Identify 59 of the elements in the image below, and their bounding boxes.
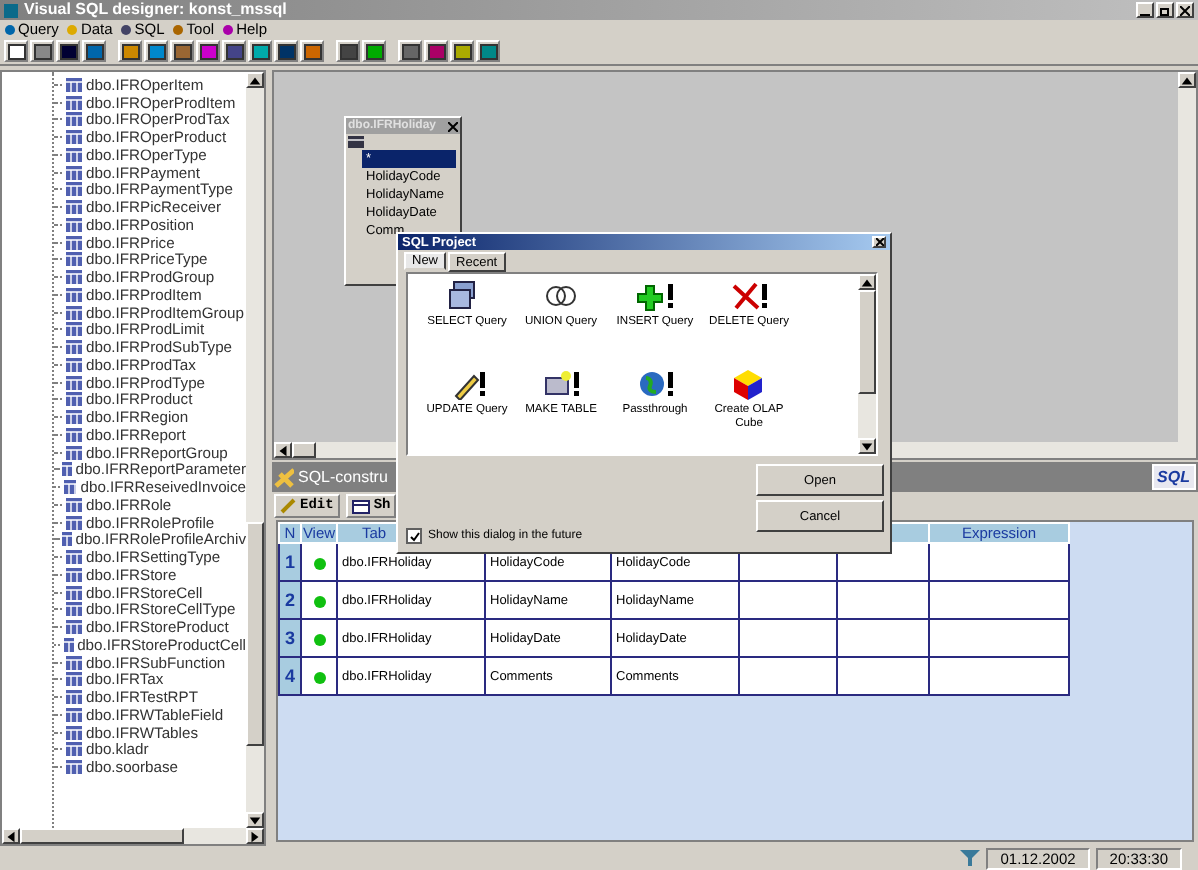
status-dot-icon: [313, 596, 325, 608]
scroll-thumb[interactable]: [858, 290, 876, 394]
left-arrow-icon: [4, 829, 18, 843]
scroll-thumb[interactable]: [292, 442, 316, 458]
scrollbar[interactable]: [246, 72, 264, 828]
row-number: 3: [279, 619, 301, 657]
toolbar-button[interactable]: [56, 40, 80, 62]
close-icon: [448, 121, 458, 131]
right-arrow-icon: [248, 829, 262, 843]
app-icon: [4, 3, 18, 17]
toolbar-button[interactable]: [274, 40, 298, 62]
restore-button[interactable]: [1156, 2, 1174, 18]
up-arrow-icon: [860, 275, 874, 289]
toolbar-button[interactable]: [300, 40, 324, 62]
toolbar-button[interactable]: [170, 40, 194, 62]
circles-icon: [542, 280, 580, 312]
restore-icon: [1160, 5, 1170, 15]
toolbar-button[interactable]: [362, 40, 386, 62]
toolbar-button[interactable]: [118, 40, 142, 62]
up-arrow-icon: [248, 73, 262, 87]
toolbar-button[interactable]: [424, 40, 448, 62]
wrench-icon: [274, 467, 294, 487]
status-dot-icon: [313, 672, 325, 684]
panel-title: SQL-constru: [298, 468, 388, 486]
toolbar-button[interactable]: [144, 40, 168, 62]
plus-icon: [636, 280, 674, 312]
pencil-icon: [280, 498, 296, 514]
scroll-thumb[interactable]: [20, 828, 184, 844]
toolbar-button[interactable]: [222, 40, 246, 62]
row-number: 1: [279, 543, 301, 581]
toolbar-button[interactable]: [196, 40, 220, 62]
left-arrow-icon: [276, 443, 290, 457]
up-arrow-icon: [1180, 73, 1194, 87]
toolbar-button[interactable]: [4, 40, 28, 62]
close-icon: [1180, 5, 1190, 15]
logo: SQL: [1151, 464, 1196, 490]
row-number: 2: [279, 581, 301, 619]
toolbar-button[interactable]: [82, 40, 106, 62]
window-title: Visual SQL designer: konst_mssql: [24, 0, 287, 20]
status-dot-icon: [313, 634, 325, 646]
filter-icon: [960, 850, 981, 866]
toolbar-button[interactable]: [476, 40, 500, 62]
scroll-thumb[interactable]: [246, 522, 264, 747]
scrollbar[interactable]: [1178, 72, 1196, 458]
toolbar-button[interactable]: [30, 40, 54, 62]
scrollbar[interactable]: [2, 828, 264, 844]
status-dot-icon: [313, 558, 325, 570]
scrollbar[interactable]: [858, 274, 876, 454]
checkbox[interactable]: [406, 528, 422, 544]
row-number: 4: [279, 657, 301, 695]
cross-icon: [730, 280, 768, 312]
toolbar-button[interactable]: [450, 40, 474, 62]
down-arrow-icon: [860, 439, 874, 453]
cube-icon: [730, 368, 768, 400]
toolbar-button[interactable]: [398, 40, 422, 62]
close-button[interactable]: [872, 236, 886, 248]
toolbar-button[interactable]: [248, 40, 272, 62]
toolbar-button[interactable]: [336, 40, 360, 62]
minimize-button[interactable]: [1136, 2, 1154, 18]
